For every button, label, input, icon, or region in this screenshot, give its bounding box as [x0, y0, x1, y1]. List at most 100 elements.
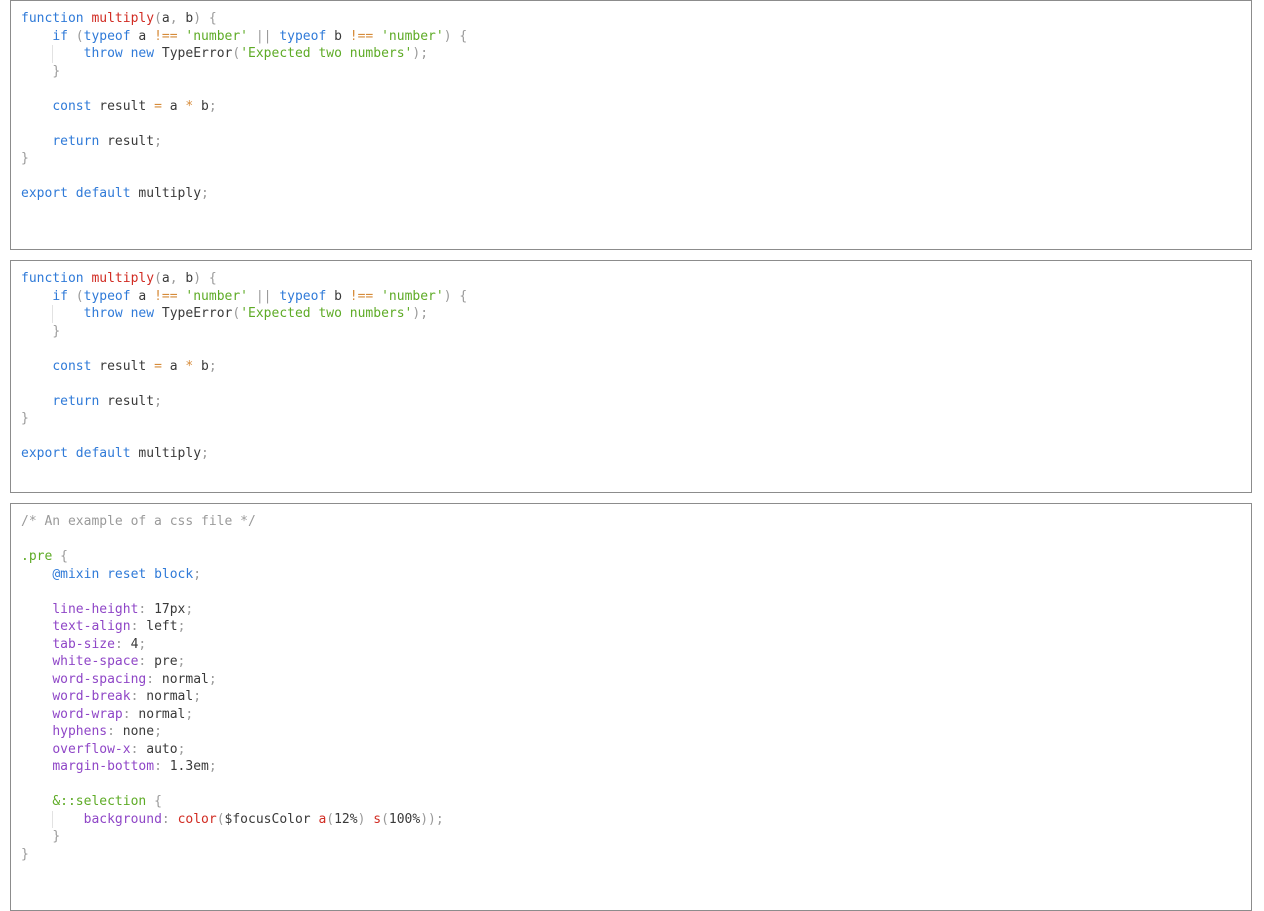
- code-line: tab-size: 4;: [21, 636, 444, 654]
- code-token: multiply: [91, 271, 155, 286]
- code-token: export: [21, 186, 68, 201]
- code-token: none: [122, 724, 155, 739]
- code-token: typeof: [279, 288, 327, 304]
- code-line: }: [21, 410, 467, 428]
- code-token: (: [75, 288, 84, 304]
- code-token: result: [99, 358, 147, 374]
- code-token: (: [154, 271, 162, 286]
- code-token: 'number': [381, 28, 444, 44]
- code-token: ;: [420, 306, 429, 321]
- code-token: b: [201, 98, 209, 114]
- code-line: export default multiply;: [21, 445, 467, 463]
- code-token: }: [21, 151, 29, 166]
- code-line: return result;: [21, 133, 467, 151]
- code-token: ;: [154, 724, 162, 739]
- code-line: hyphens: none;: [21, 723, 444, 741]
- code-line: @mixin reset block;: [21, 566, 444, 584]
- code-token: normal: [161, 671, 209, 687]
- code-token: ;: [177, 741, 186, 757]
- code-token: ;: [201, 186, 209, 201]
- code-token: left: [146, 619, 178, 634]
- code-token: if: [52, 288, 68, 304]
- code-line: const result = a * b;: [21, 98, 467, 116]
- code-token: .pre: [21, 549, 53, 564]
- code-token: s: [373, 811, 382, 827]
- code-token: {: [459, 288, 468, 304]
- code-line: }: [21, 150, 467, 168]
- code-token: 17px: [154, 601, 186, 617]
- code-token: export: [21, 446, 68, 461]
- code-line: throw new TypeError('Expected two number…: [21, 45, 467, 63]
- code-token: {: [459, 28, 468, 44]
- code-line: return result;: [21, 393, 467, 411]
- code-token: overflow-x: [52, 741, 131, 757]
- code-line: if (typeof a !== 'number' || typeof b !=…: [21, 288, 467, 306]
- code-token: text-align: [52, 619, 131, 634]
- code-token: result: [107, 393, 155, 409]
- code-line: }: [21, 63, 467, 81]
- code-token: 1.3em: [169, 759, 209, 774]
- code-token: :: [146, 671, 155, 687]
- code-token: tab-size: [52, 636, 115, 652]
- code-token: b: [201, 358, 209, 374]
- code-token: ||: [255, 288, 272, 304]
- code-token: (: [154, 11, 162, 26]
- code-token: :: [161, 811, 170, 827]
- code-token: =: [154, 98, 162, 114]
- code-token: :: [154, 759, 162, 774]
- code-token: background: [83, 811, 162, 827]
- code-token: throw: [83, 46, 123, 61]
- js-code-block-1: function multiply(a, b) { if (typeof a !…: [10, 0, 1252, 250]
- code-token: pre: [154, 654, 178, 669]
- code-token: 'number': [381, 288, 444, 304]
- code-line: overflow-x: auto;: [21, 741, 444, 759]
- code-token: {: [208, 11, 217, 26]
- code-token: 12%: [334, 811, 358, 827]
- code-token: color: [177, 811, 217, 827]
- code-token: if: [52, 28, 68, 44]
- code-token: }: [52, 829, 61, 844]
- code-line: word-spacing: normal;: [21, 671, 444, 689]
- code-line: function multiply(a, b) {: [21, 270, 467, 288]
- code-line: .pre {: [21, 548, 444, 566]
- code-token: 100%: [388, 811, 421, 827]
- code-token: (: [232, 46, 241, 61]
- code-line: word-break: normal;: [21, 688, 444, 706]
- code-token: ;: [208, 358, 217, 374]
- code-token: margin-bottom: [52, 759, 155, 774]
- code-token: reset block: [107, 566, 194, 582]
- code-token: ;: [208, 671, 217, 687]
- code-token: ;: [185, 601, 194, 617]
- code-line: white-space: pre;: [21, 653, 444, 671]
- code-token: result: [107, 133, 155, 149]
- code-token: ,: [169, 271, 178, 286]
- code-line: function multiply(a, b) {: [21, 10, 467, 28]
